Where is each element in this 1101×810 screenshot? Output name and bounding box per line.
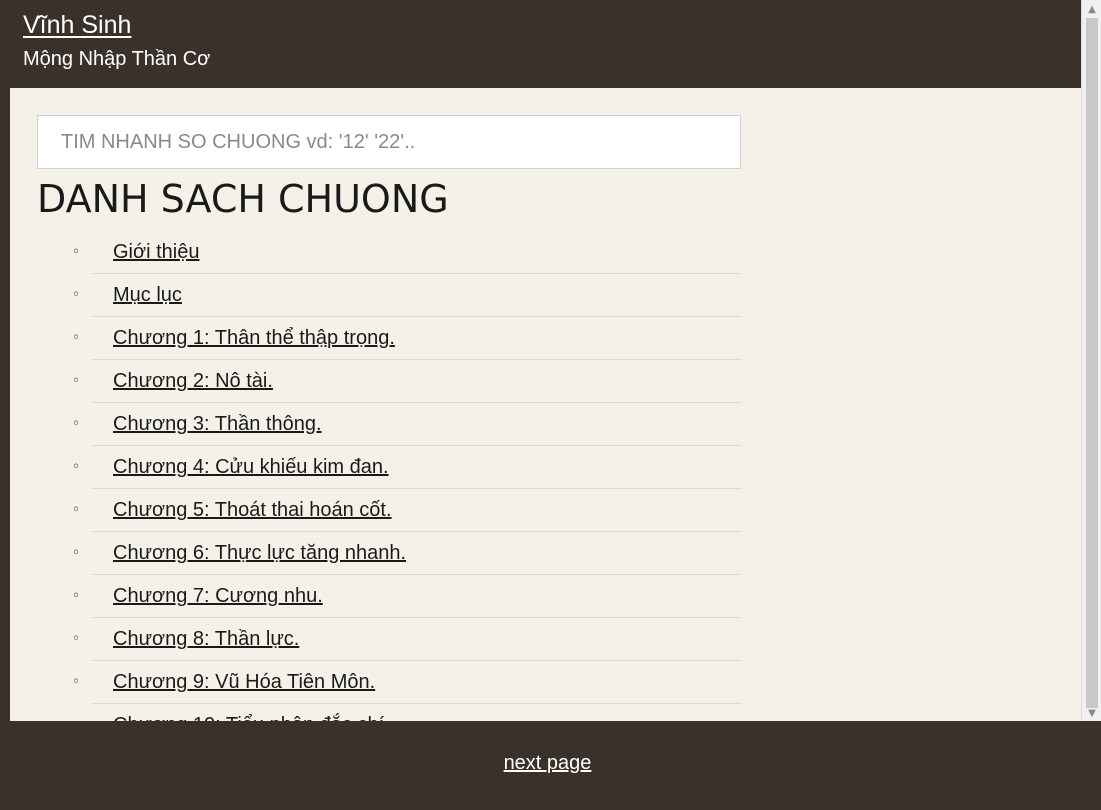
list-item: ◦ Chương 9: Vũ Hóa Tiên Môn. bbox=[72, 661, 742, 704]
chapter-link[interactable]: Chương 3: Thần thông. bbox=[113, 412, 322, 436]
chapter-link[interactable]: Mục lục bbox=[113, 283, 182, 307]
chapter-list-heading: DANH SACH CHUONG bbox=[37, 177, 449, 221]
chapter-list: ◦ Giới thiệu ◦ Mục lục ◦ Chương 1: Thân thể t… bbox=[72, 231, 742, 747]
next-page-label[interactable]: next page bbox=[504, 752, 592, 774]
list-item: ◦ Giới thiệu bbox=[72, 231, 742, 274]
bullet-circle-icon: ◦ bbox=[72, 287, 81, 303]
list-item: ◦ Chương 2: Nô tài. bbox=[72, 360, 742, 403]
bullet-circle-icon: ◦ bbox=[72, 373, 81, 389]
list-item: ◦ Chương 5: Thoát thai hoán cốt. bbox=[72, 489, 742, 532]
bullet-circle-icon: ◦ bbox=[72, 674, 81, 690]
chapter-link[interactable]: Giới thiệu bbox=[113, 240, 199, 264]
chapter-link[interactable]: Chương 2: Nô tài. bbox=[113, 369, 273, 393]
list-item: ◦ Chương 1: Thân thể thập trọng. bbox=[72, 317, 742, 360]
page-footer: next page bbox=[0, 721, 1101, 810]
vertical-scrollbar[interactable]: ▲ ▼ bbox=[1081, 0, 1101, 722]
bullet-circle-icon: ◦ bbox=[72, 545, 81, 561]
scroll-up-arrow-icon[interactable]: ▲ bbox=[1086, 4, 1098, 16]
list-item: ◦ Chương 8: Thần lực. bbox=[72, 618, 742, 661]
list-item: ◦ Chương 6: Thực lực tăng nhanh. bbox=[72, 532, 742, 575]
list-item: ◦ Chương 4: Cửu khiếu kim đan. bbox=[72, 446, 742, 489]
chapter-link[interactable]: Chương 7: Cương nhu. bbox=[113, 584, 323, 608]
chapter-search-box bbox=[37, 115, 741, 169]
chapter-link[interactable]: Chương 6: Thực lực tăng nhanh. bbox=[113, 541, 406, 565]
bullet-circle-icon: ◦ bbox=[72, 502, 81, 518]
chapter-link[interactable]: Chương 1: Thân thể thập trọng. bbox=[113, 326, 395, 350]
list-item: ◦ Mục lục bbox=[72, 274, 742, 317]
site-header: Vĩnh Sinh Mộng Nhập Thần Cơ bbox=[10, 0, 1081, 88]
scroll-thumb[interactable] bbox=[1086, 18, 1098, 708]
left-edge-strip bbox=[0, 0, 10, 810]
bullet-circle-icon: ◦ bbox=[72, 330, 81, 346]
bullet-circle-icon: ◦ bbox=[72, 459, 81, 475]
browser-window: Vĩnh Sinh Mộng Nhập Thần Cơ ▲ ▼ DANH SAC… bbox=[0, 0, 1101, 810]
chapter-link[interactable]: Chương 5: Thoát thai hoán cốt. bbox=[113, 498, 392, 522]
bullet-circle-icon: ◦ bbox=[72, 244, 81, 260]
bullet-circle-icon: ◦ bbox=[72, 416, 81, 432]
bullet-circle-icon: ◦ bbox=[72, 588, 81, 604]
chapter-link[interactable]: Chương 4: Cửu khiếu kim đan. bbox=[113, 455, 389, 479]
site-title-link[interactable]: Vĩnh Sinh bbox=[23, 10, 131, 40]
list-item: ◦ Chương 3: Thần thông. bbox=[72, 403, 742, 446]
story-subtitle: Mộng Nhập Thần Cơ bbox=[23, 48, 211, 70]
chapter-search-input[interactable] bbox=[38, 116, 721, 168]
chapter-link[interactable]: Chương 8: Thần lực. bbox=[113, 627, 299, 651]
chapter-link[interactable]: Chương 9: Vũ Hóa Tiên Môn. bbox=[113, 670, 375, 694]
list-item: ◦ Chương 7: Cương nhu. bbox=[72, 575, 742, 618]
scroll-down-arrow-icon[interactable]: ▼ bbox=[1086, 708, 1098, 720]
bullet-circle-icon: ◦ bbox=[72, 631, 81, 647]
next-page-link[interactable]: next page bbox=[0, 751, 1095, 775]
